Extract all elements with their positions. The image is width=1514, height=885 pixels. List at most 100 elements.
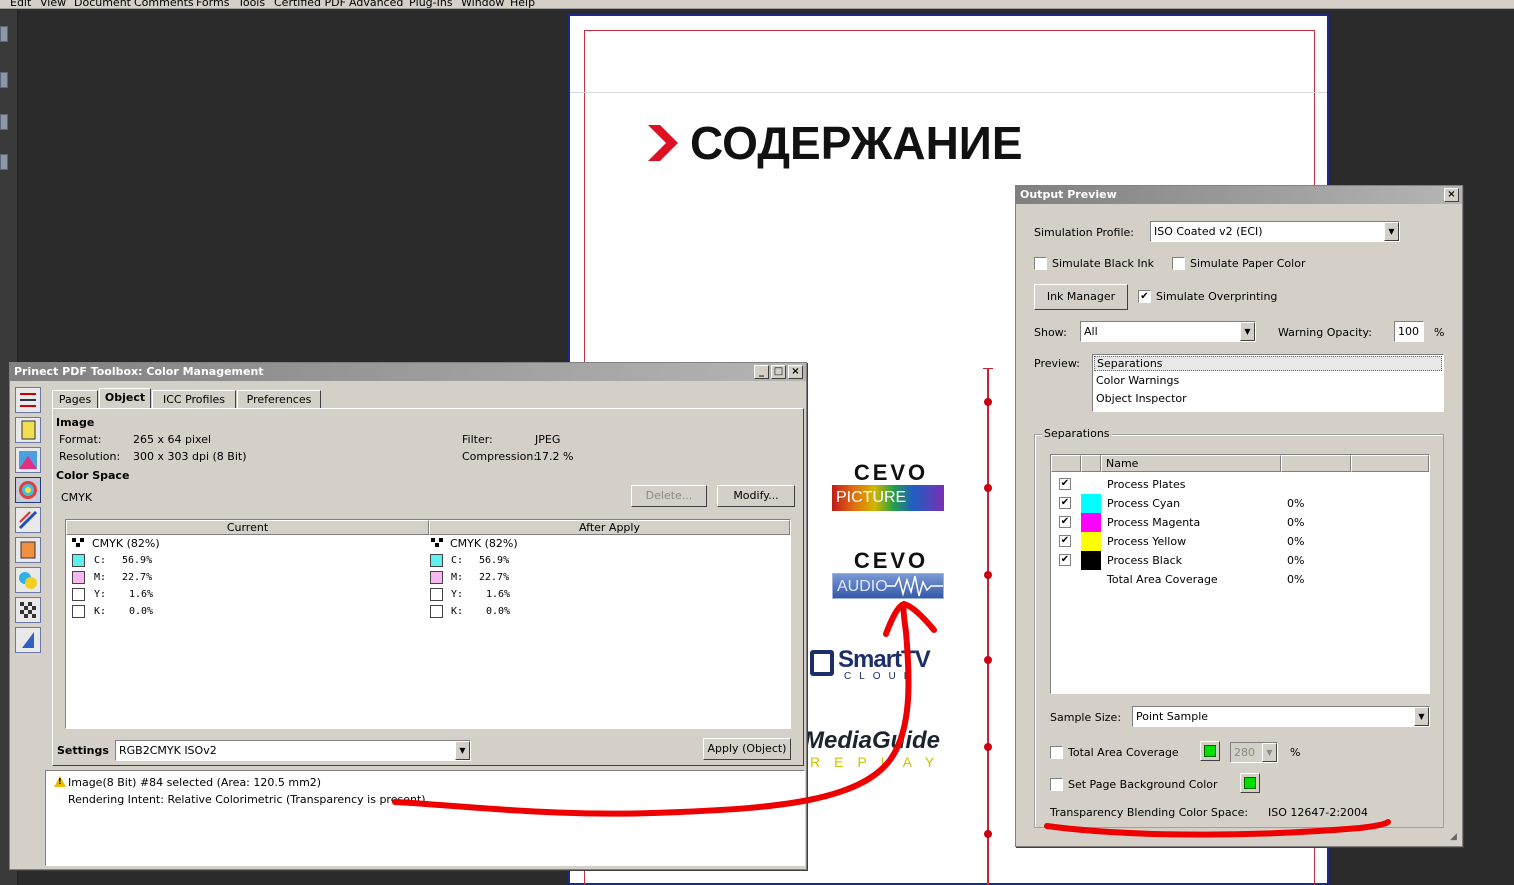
- pdf-export-tool-icon[interactable]: [15, 627, 41, 653]
- separation-checkbox[interactable]: ✔: [1059, 497, 1071, 509]
- object-tab-panel: Image Format: 265 x 64 pixel Resolution:…: [52, 408, 804, 766]
- message-line-2: Rendering Intent: Relative Colorimetric …: [68, 793, 426, 806]
- tab-pages[interactable]: Pages: [52, 390, 98, 409]
- smarttv-cloud-logo[interactable]: SmartTV CLOUD: [810, 648, 950, 682]
- tab-object[interactable]: Object: [99, 388, 151, 409]
- percent-column-header[interactable]: [1281, 455, 1351, 472]
- cevo-audio-logo[interactable]: CEVO AUDIO: [832, 550, 950, 599]
- pattern-tool-icon[interactable]: [15, 597, 41, 623]
- minimize-button[interactable]: _: [754, 365, 769, 379]
- extra-column-header[interactable]: [1351, 455, 1429, 472]
- sample-size-select[interactable]: Point Sample ▼: [1132, 706, 1430, 727]
- show-value: All: [1084, 325, 1098, 338]
- menu-forms[interactable]: Forms: [196, 0, 229, 8]
- color-management-tool-icon[interactable]: [15, 477, 41, 503]
- toolbox-sidebar: [13, 385, 43, 657]
- table-row[interactable]: ✔ Process Yellow 0%: [1051, 532, 1429, 551]
- chevron-down-icon[interactable]: ▼: [455, 741, 470, 760]
- settings-label: Settings: [57, 744, 109, 757]
- tab-preferences[interactable]: Preferences: [237, 390, 321, 409]
- separation-checkbox[interactable]: ✔: [1059, 516, 1071, 528]
- check-column-header[interactable]: [1051, 455, 1081, 472]
- swatch-column-header[interactable]: [1081, 455, 1101, 472]
- cevo-picture-logo[interactable]: CEVO PICTURE: [832, 462, 950, 511]
- color-edit-tool-icon[interactable]: [15, 537, 41, 563]
- menu-help[interactable]: Help: [510, 0, 535, 8]
- dialog-title-bar[interactable]: Output Preview ×: [1016, 186, 1462, 204]
- modify-button[interactable]: Modify...: [717, 485, 795, 507]
- current-m-label: M:: [94, 572, 107, 583]
- separation-checkbox[interactable]: ✔: [1059, 535, 1071, 547]
- separation-checkbox[interactable]: ✔: [1059, 554, 1071, 566]
- menu-plug-ins[interactable]: Plug-Ins: [409, 0, 453, 8]
- set-page-background-checkbox[interactable]: [1050, 778, 1063, 791]
- attachments-panel-icon[interactable]: [0, 154, 8, 170]
- menu-edit[interactable]: Edit: [10, 0, 31, 8]
- checklist-tool-icon[interactable]: [15, 387, 41, 413]
- chevron-down-icon[interactable]: ▼: [1240, 322, 1255, 341]
- delete-button[interactable]: Delete...: [631, 485, 707, 507]
- table-row[interactable]: ✔ Process Cyan 0%: [1051, 494, 1429, 513]
- settings-select[interactable]: RGB2CMYK ISOv2 ▼: [115, 740, 471, 761]
- separation-percent: 0%: [1287, 516, 1305, 529]
- resize-grip-icon[interactable]: ◢: [1450, 832, 1457, 842]
- signatures-panel-icon[interactable]: [0, 114, 8, 130]
- separations-tool-icon[interactable]: [15, 507, 41, 533]
- current-column-header[interactable]: Current: [66, 520, 429, 535]
- mediaguide-replay-logo[interactable]: MediaGuide REPLAY: [804, 728, 954, 771]
- image-tool-icon[interactable]: [15, 447, 41, 473]
- menu-certified-pdf[interactable]: Certified PDF: [274, 0, 346, 8]
- chevron-down-icon[interactable]: ▼: [1262, 743, 1277, 762]
- chevron-down-icon[interactable]: ▼: [1414, 707, 1429, 726]
- table-row[interactable]: Total Area Coverage 0%: [1051, 570, 1429, 589]
- page-tool-icon[interactable]: [15, 417, 41, 443]
- simulate-paper-color-label: Simulate Paper Color: [1190, 257, 1306, 270]
- dialog-title-bar[interactable]: Prinect PDF Toolbox: Color Management _ …: [10, 363, 806, 381]
- separations-group-label: Separations: [1042, 427, 1112, 440]
- close-button[interactable]: ×: [788, 365, 803, 379]
- background-color-swatch-button[interactable]: [1240, 773, 1260, 793]
- separation-checkbox[interactable]: ✔: [1059, 478, 1071, 490]
- table-row[interactable]: ✔ Process Black 0%: [1051, 551, 1429, 570]
- show-label: Show:: [1034, 326, 1067, 339]
- name-column-header[interactable]: Name: [1101, 455, 1281, 472]
- table-row[interactable]: ✔ Process Plates: [1051, 475, 1429, 494]
- simulate-black-ink-checkbox[interactable]: [1034, 257, 1047, 270]
- chevron-down-icon[interactable]: ▼: [1384, 222, 1399, 241]
- logo-word: CEVO: [853, 548, 929, 573]
- warning-opacity-input[interactable]: 100: [1394, 321, 1424, 342]
- pages-panel-icon[interactable]: [0, 26, 8, 42]
- menu-view[interactable]: View: [40, 0, 66, 8]
- timeline-tick: [983, 368, 993, 369]
- menu-window[interactable]: Window: [461, 0, 504, 8]
- tab-icc-profiles[interactable]: ICC Profiles: [152, 390, 236, 409]
- preview-item-separations[interactable]: Separations: [1094, 356, 1442, 371]
- close-button[interactable]: ×: [1444, 188, 1459, 202]
- apply-object-button[interactable]: Apply (Object): [703, 738, 791, 760]
- overprint-tool-icon[interactable]: [15, 567, 41, 593]
- simulate-paper-color-checkbox[interactable]: [1172, 257, 1185, 270]
- color-space-value: CMYK: [61, 491, 93, 504]
- menu-advanced[interactable]: Advanced: [349, 0, 403, 8]
- menu-tools[interactable]: Tools: [238, 0, 265, 8]
- menu-document[interactable]: Document: [74, 0, 131, 8]
- after-apply-column-header[interactable]: After Apply: [429, 520, 790, 535]
- tac-value-select[interactable]: 280 ▼: [1230, 742, 1278, 763]
- current-y-value: 1.6%: [129, 589, 154, 600]
- page-heading: СОДЕРЖАНИЕ: [646, 118, 1023, 168]
- simulate-overprinting-checkbox[interactable]: ✔: [1138, 290, 1151, 303]
- tac-color-swatch-button[interactable]: [1200, 741, 1220, 761]
- bookmarks-panel-icon[interactable]: [0, 72, 8, 88]
- ink-manager-button[interactable]: Ink Manager: [1034, 284, 1128, 310]
- settings-value: RGB2CMYK ISOv2: [119, 744, 217, 757]
- total-area-coverage-checkbox[interactable]: [1050, 746, 1063, 759]
- message-line-1: Image(8 Bit) #84 selected (Area: 120.5 m…: [68, 776, 322, 789]
- preview-item-object-inspector[interactable]: Object Inspector: [1096, 392, 1187, 405]
- preview-item-color-warnings[interactable]: Color Warnings: [1096, 374, 1179, 387]
- separation-name: Process Plates: [1107, 478, 1186, 491]
- table-row[interactable]: ✔ Process Magenta 0%: [1051, 513, 1429, 532]
- maximize-button[interactable]: □: [771, 365, 786, 379]
- simulation-profile-select[interactable]: ISO Coated v2 (ECI) ▼: [1150, 221, 1400, 242]
- show-select[interactable]: All ▼: [1080, 321, 1256, 342]
- menu-comments[interactable]: Comments: [134, 0, 194, 8]
